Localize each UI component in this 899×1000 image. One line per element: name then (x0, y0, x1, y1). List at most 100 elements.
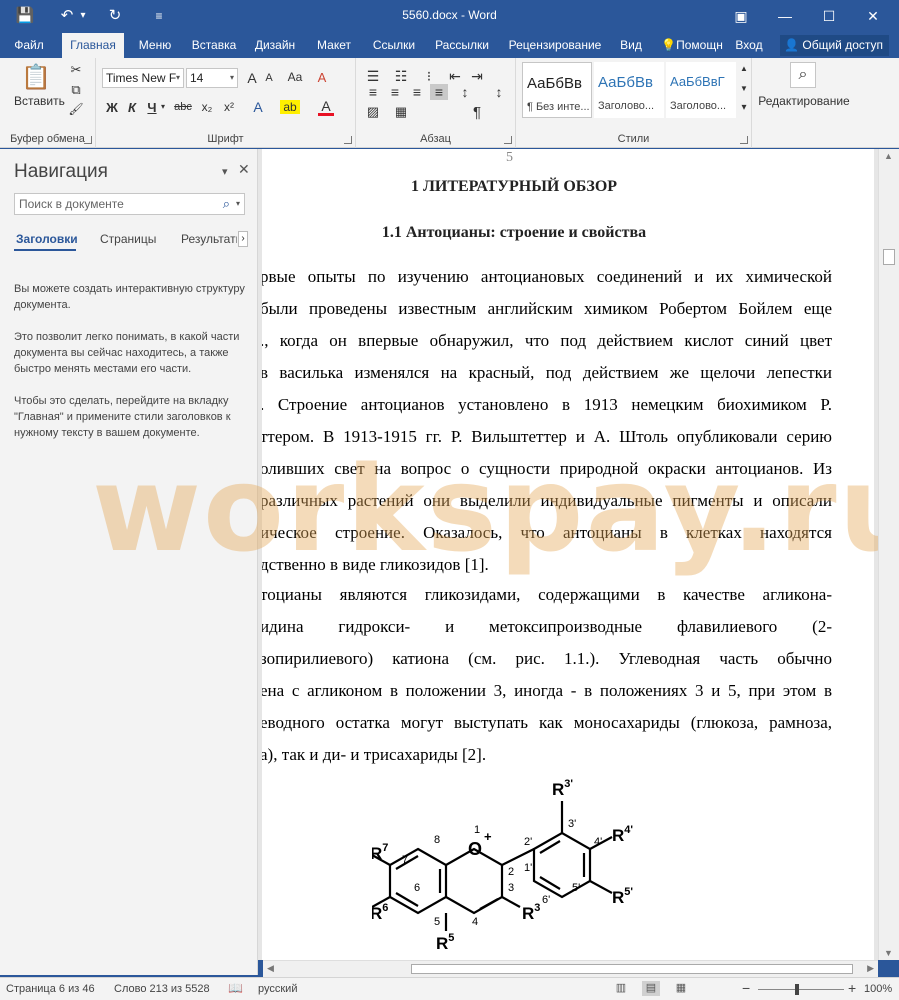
tab-file[interactable]: Файл (6, 33, 52, 58)
close-button[interactable]: ✕ (850, 0, 896, 33)
document-page[interactable]: 5 1 ЛИТЕРАТУРНЫЙ ОБЗОР 1.1 Антоцианы: ст… (262, 149, 874, 960)
grow-font-icon[interactable]: A (244, 70, 260, 86)
borders-icon[interactable]: ▦ (392, 104, 410, 120)
word-count[interactable]: Слово 213 из 5528 (114, 983, 210, 995)
style-name: ¶ Без инте... (527, 101, 590, 113)
read-mode-icon[interactable]: ▥ (612, 981, 630, 996)
paste-button[interactable]: 📋 Вставить (14, 62, 65, 118)
superscript-button[interactable]: x² (220, 100, 238, 114)
styles-scroll-up-icon[interactable]: ▲ (738, 64, 750, 73)
scroll-thumb[interactable] (883, 249, 895, 265)
proofing-icon[interactable]: 📖 (228, 981, 243, 995)
document-area: 5 1 ЛИТЕРАТУРНЫЙ ОБЗОР 1.1 Антоцианы: ст… (258, 149, 878, 960)
style-normal[interactable]: АаБбВв ¶ Без инте... (522, 62, 592, 118)
multilevel-list-icon[interactable]: ⁝ (420, 68, 438, 85)
tab-layout[interactable]: Макет (308, 33, 360, 58)
numbering-icon[interactable]: ☷ (392, 68, 410, 85)
clipboard-launcher-icon[interactable] (84, 136, 92, 144)
clear-formatting-icon[interactable]: A (314, 70, 330, 85)
zoom-in-button[interactable]: + (848, 980, 856, 996)
chevron-down-icon[interactable]: ▾ (236, 194, 240, 214)
style-heading-2[interactable]: АаБбВвГ Заголово... (666, 62, 736, 118)
positive-charge: + (484, 829, 492, 844)
change-case-icon[interactable]: Aa (284, 70, 306, 84)
cut-icon[interactable]: ✂ (68, 62, 84, 78)
print-layout-icon[interactable]: ▤ (642, 981, 660, 996)
tell-me-button[interactable]: 💡Помощн (656, 33, 728, 58)
page-number: 5 (506, 150, 513, 165)
sign-in-link[interactable]: Вход (732, 33, 766, 58)
tab-headings[interactable]: Заголовки (16, 232, 78, 246)
sort-icon[interactable]: ↕ (490, 84, 508, 100)
chevron-down-icon[interactable]: ▾ (158, 102, 168, 111)
styles-more-icon[interactable]: ▾ (738, 102, 750, 113)
show-marks-icon[interactable]: ¶ (468, 104, 486, 121)
vertical-scrollbar[interactable]: ▲ ▼ (878, 149, 899, 960)
ribbon-display-options-icon[interactable]: ▣ (718, 0, 764, 33)
tab-review[interactable]: Рецензирование (502, 33, 608, 58)
find-icon[interactable]: ⌕ (790, 62, 816, 88)
tab-view[interactable]: Вид (614, 33, 648, 58)
paragraph-launcher-icon[interactable] (504, 136, 512, 144)
justify-button[interactable]: ≡ (430, 84, 448, 100)
share-button[interactable]: 👤 Общий доступ (780, 35, 889, 56)
scroll-up-icon[interactable]: ▲ (884, 151, 893, 161)
search-icon[interactable]: ⌕ (223, 194, 230, 214)
bullets-icon[interactable]: ☰ (364, 68, 382, 85)
bold-button[interactable]: Ж (104, 100, 120, 115)
highlight-icon[interactable]: ab (280, 100, 300, 114)
position-label: 2 (508, 866, 514, 878)
increase-indent-icon[interactable]: ⇥ (468, 68, 486, 85)
tab-results[interactable]: Результать (181, 232, 237, 246)
zoom-level[interactable]: 100% (864, 983, 892, 995)
shading-icon[interactable]: ▨ (364, 104, 382, 120)
scroll-down-icon[interactable]: ▼ (884, 948, 893, 958)
font-launcher-icon[interactable] (344, 136, 352, 144)
line-spacing-icon[interactable]: ↕ (456, 84, 474, 100)
align-center-button[interactable]: ≡ (386, 84, 404, 100)
decrease-indent-icon[interactable]: ⇤ (446, 68, 464, 85)
tab-menu[interactable]: Меню (130, 33, 180, 58)
align-right-button[interactable]: ≡ (408, 84, 426, 100)
scroll-right-icon[interactable]: ▶ (867, 963, 874, 974)
shrink-font-icon[interactable]: A (262, 72, 276, 84)
paragraph-line: различных растений они выделили индивиду… (262, 491, 832, 510)
maximize-button[interactable]: ☐ (806, 0, 852, 33)
style-heading-1[interactable]: АаБбВв Заголово... (594, 62, 664, 118)
web-layout-icon[interactable]: ▦ (672, 981, 690, 996)
minimize-button[interactable]: — (762, 0, 808, 33)
position-label: 1 (474, 824, 480, 836)
styles-launcher-icon[interactable] (740, 136, 748, 144)
scroll-thumb[interactable] (411, 964, 853, 974)
italic-button[interactable]: К (124, 100, 140, 115)
language-indicator[interactable]: русский (258, 983, 297, 995)
font-size-combobox[interactable]: 14 ▾ (186, 68, 238, 88)
tab-design[interactable]: Дизайн (248, 33, 302, 58)
styles-scroll-down-icon[interactable]: ▼ (738, 84, 750, 93)
editing-button[interactable]: Редактирование (758, 94, 850, 108)
status-bar: Страница 6 из 46 Слово 213 из 5528 📖 рус… (0, 977, 899, 1000)
close-pane-icon[interactable]: ✕ (238, 161, 250, 178)
tab-home[interactable]: Главная (62, 33, 124, 58)
align-left-button[interactable]: ≡ (364, 84, 382, 100)
zoom-slider[interactable] (758, 989, 844, 990)
font-name-combobox[interactable]: Times New F ▾ (102, 68, 184, 88)
chevron-right-icon[interactable]: › (238, 231, 248, 247)
zoom-out-button[interactable]: − (742, 980, 750, 996)
tab-insert[interactable]: Вставка (186, 33, 242, 58)
tab-references[interactable]: Ссылки (366, 33, 422, 58)
text-effects-icon[interactable]: A (250, 99, 266, 115)
subscript-button[interactable]: x₂ (198, 100, 216, 114)
strikethrough-button[interactable]: abc (172, 101, 194, 113)
copy-icon[interactable]: ⧉ (68, 82, 84, 98)
tab-pages[interactable]: Страницы (100, 232, 156, 246)
font-color-icon[interactable]: A (318, 99, 334, 116)
page-count[interactable]: Страница 6 из 46 (6, 983, 95, 995)
zoom-slider-thumb[interactable] (795, 984, 799, 995)
scroll-left-icon[interactable]: ◀ (267, 963, 274, 974)
horizontal-scrollbar[interactable]: ◀ ▶ (263, 960, 878, 977)
search-document-input[interactable]: Поиск в документе ⌕ ▾ (14, 193, 245, 215)
tab-mailings[interactable]: Рассылки (428, 33, 496, 58)
format-painter-icon[interactable]: 🖌 (68, 102, 84, 116)
pane-options-icon[interactable]: ▾ (222, 165, 228, 178)
